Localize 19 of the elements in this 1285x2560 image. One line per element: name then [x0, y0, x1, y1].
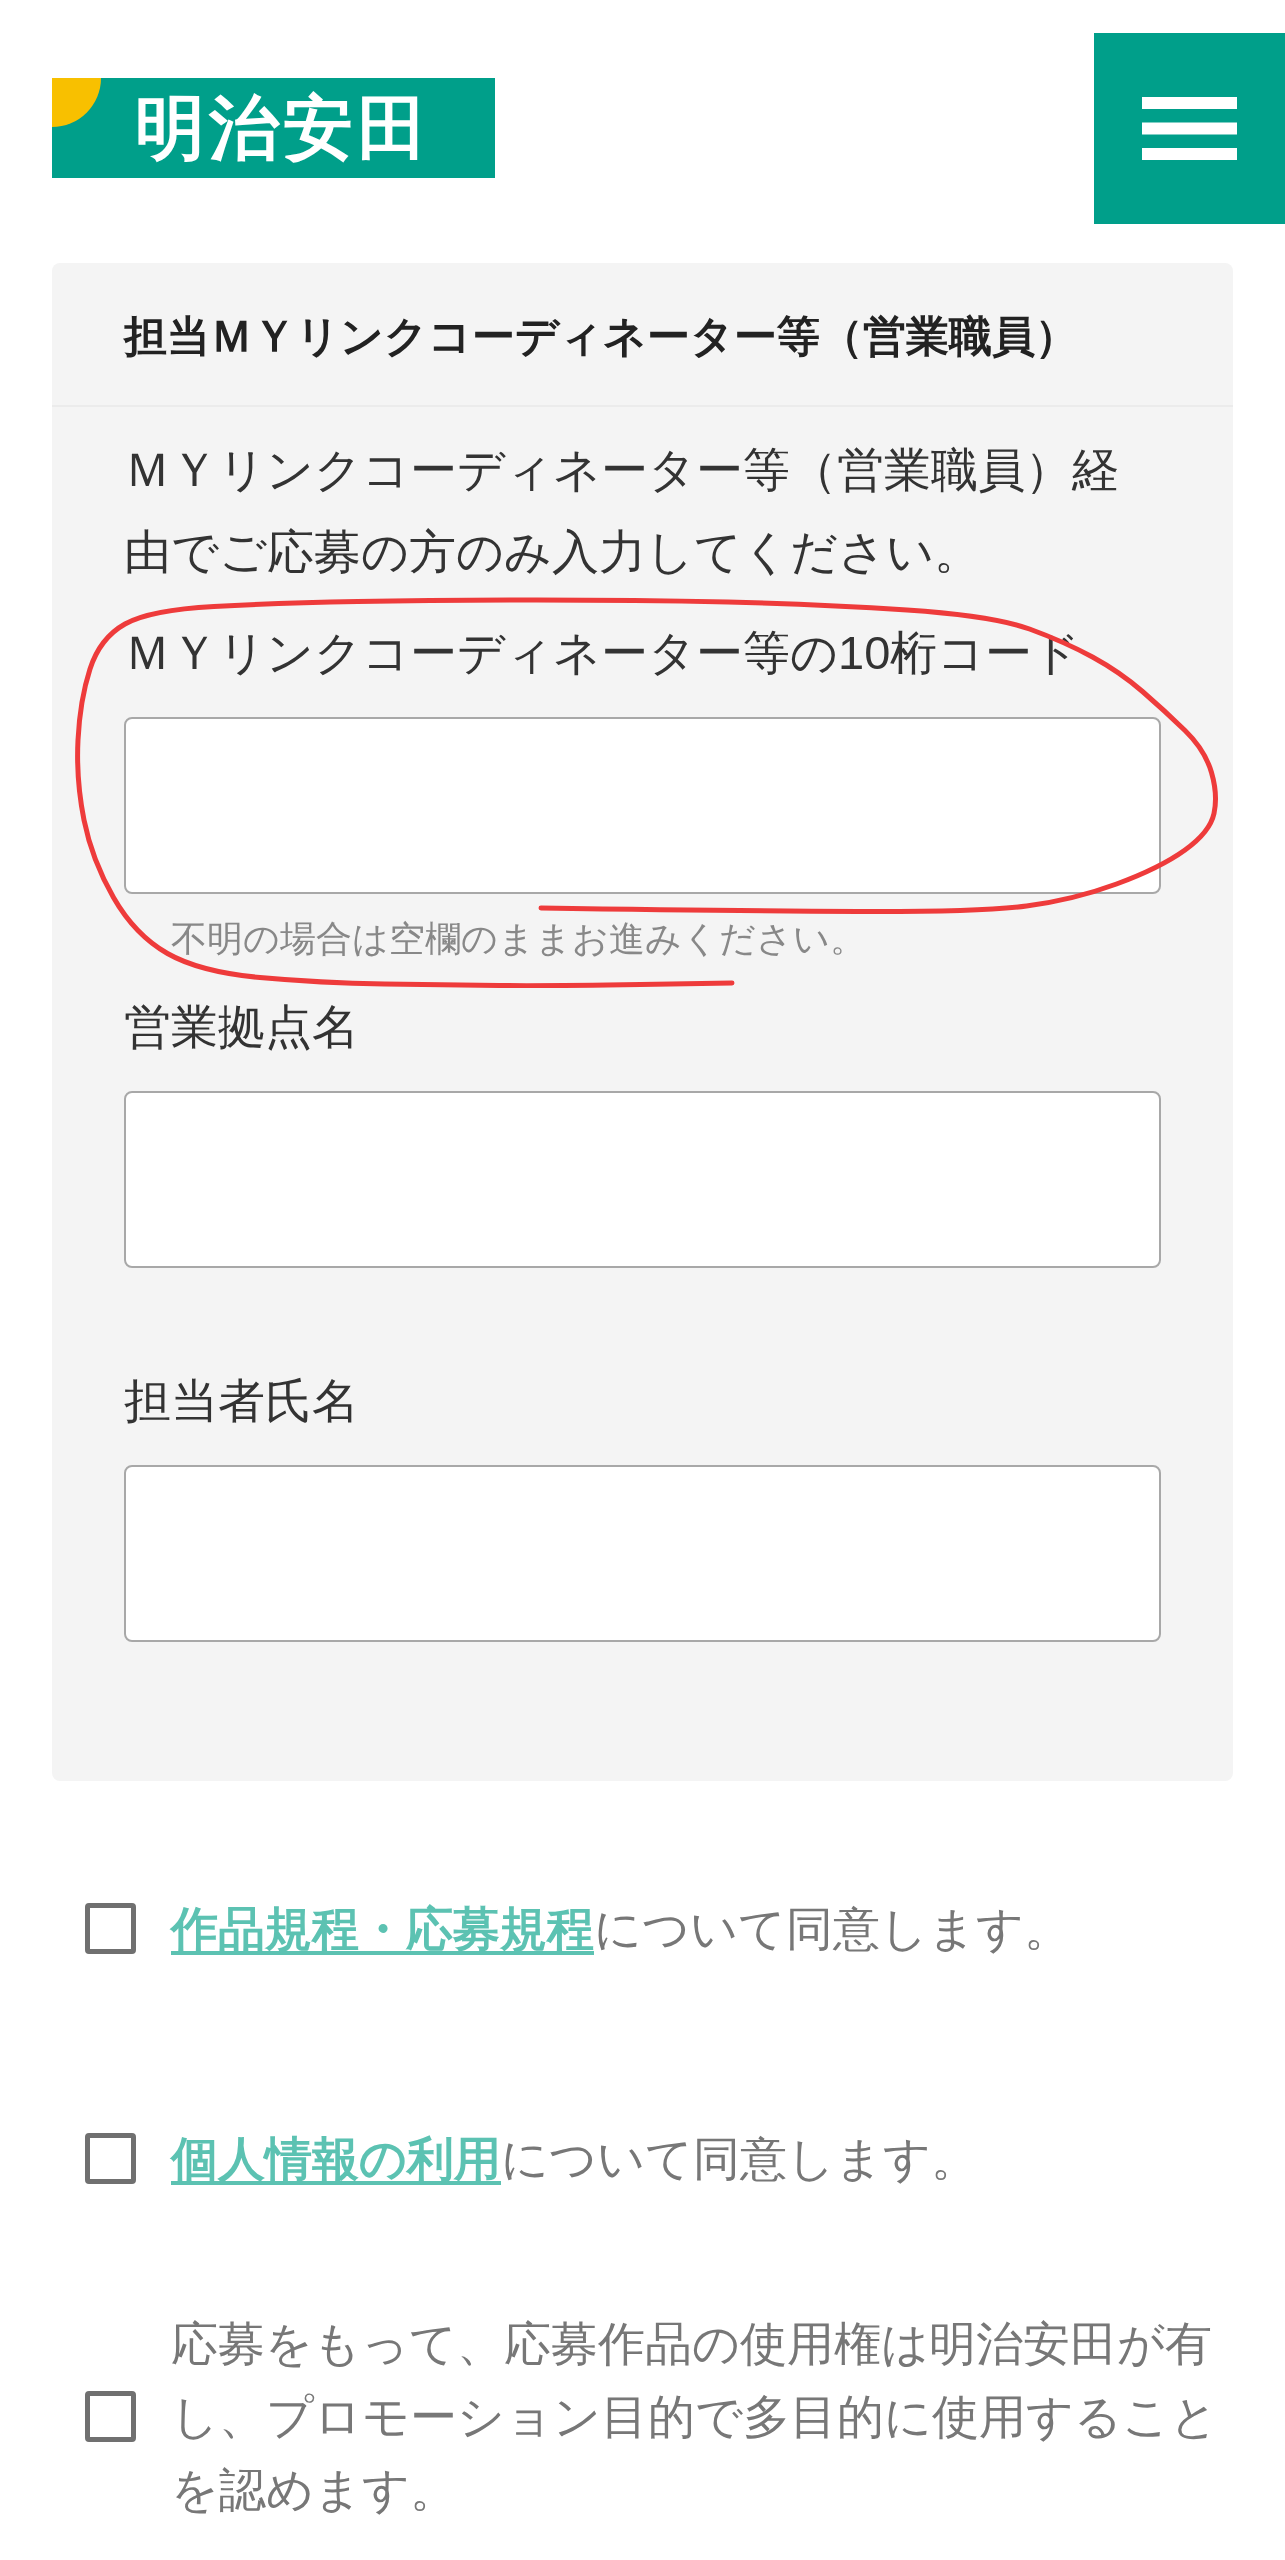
terms-link[interactable]: 個人情報の利用 [171, 2131, 501, 2185]
menu-button[interactable] [1094, 33, 1285, 224]
input-field[interactable] [124, 1465, 1161, 1642]
logo-text: 明治安田 [135, 93, 431, 163]
checkbox[interactable] [85, 2391, 136, 2442]
input-field[interactable] [124, 1091, 1161, 1268]
field-label: 営業拠点名 [124, 999, 360, 1055]
checkbox[interactable] [85, 1902, 136, 1954]
menu-icon [1142, 97, 1237, 160]
agreement-text: 作品規程・応募規程について同意します。 [171, 1900, 1072, 1957]
input-field[interactable] [124, 717, 1161, 894]
terms-link[interactable]: 作品規程・応募規程 [171, 1901, 594, 1955]
section-title: 担当ＭＹリンクコーディネーター等（営業職員） [124, 311, 1079, 362]
agreement-text: 個人情報の利用について同意します。 [171, 2130, 979, 2187]
field-label: 担当者氏名 [124, 1373, 360, 1429]
field-hint: 不明の場合は空欄のままお進みください。 [170, 917, 867, 961]
agreement-text: 応募をもって、応募作品の使用権は明治安田が有し、プロモーション目的で多目的に使用することを認めます。 [171, 2316, 1219, 2518]
section-description: ＭＹリンクコーディネーター等（営業職員）経由でご応募の方のみ入力してください。 [124, 442, 1120, 580]
checkbox[interactable] [85, 2132, 136, 2184]
